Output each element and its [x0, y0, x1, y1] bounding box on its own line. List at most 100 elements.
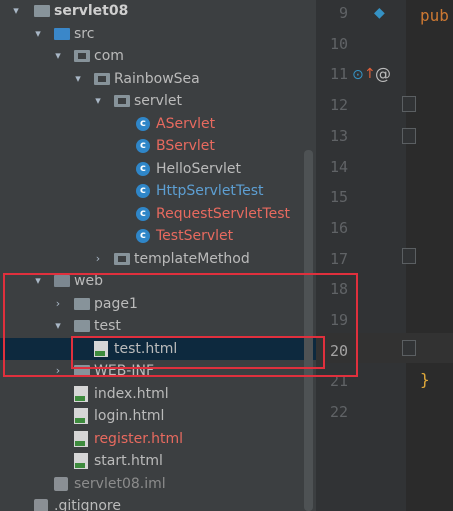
tree-item[interactable]: ▾ servlet08	[0, 0, 316, 22]
tree-item[interactable]: index.html	[0, 383, 316, 405]
line-number: 21	[329, 372, 348, 391]
line-number: 15	[329, 188, 348, 207]
chevron-down-icon[interactable]: ▾	[92, 90, 104, 112]
folder	[74, 320, 90, 332]
tree-item-label: .gitignore	[54, 498, 121, 511]
tree-item-label: com	[94, 48, 124, 64]
iml-file	[54, 477, 68, 491]
tree-item[interactable]: test.html	[0, 338, 316, 360]
line-number: 20	[329, 341, 348, 360]
chevron-right-icon[interactable]: ›	[92, 248, 104, 270]
chevron-down-icon[interactable]: ▾	[32, 23, 44, 45]
chevron-down-icon[interactable]: ▾	[10, 0, 22, 22]
module-folder	[34, 5, 50, 17]
tree-item[interactable]: › templateMethod	[0, 248, 316, 270]
tree-item-label: RequestServletTest	[156, 206, 290, 222]
tree-item[interactable]: ▾ web	[0, 270, 316, 292]
html-file	[74, 386, 88, 402]
class-icon: c	[136, 207, 150, 221]
chevron-down-icon[interactable]: ▾	[52, 45, 64, 67]
tree-item[interactable]: c BServlet	[0, 135, 316, 157]
chevron-right-icon[interactable]: ›	[52, 360, 64, 382]
override-gutter-icon[interactable]: ⊙	[352, 67, 364, 83]
tree-item-label: templateMethod	[134, 251, 250, 267]
line-number: 12	[329, 96, 348, 115]
package-folder	[74, 50, 90, 62]
fold-marker[interactable]	[402, 340, 416, 356]
class-icon: c	[136, 229, 150, 243]
package-folder	[114, 253, 130, 265]
line-number: 16	[329, 218, 348, 237]
html-file	[74, 453, 88, 469]
up-arrow-icon[interactable]: ↑	[364, 66, 376, 82]
implement-gutter-icon[interactable]: ◆	[374, 5, 385, 21]
tree-item-label: servlet08	[54, 3, 129, 19]
tree-item-label: register.html	[94, 431, 184, 447]
tree-item-label: AServlet	[156, 116, 216, 132]
line-number: 19	[329, 311, 348, 329]
code-keyword: pub	[420, 6, 449, 25]
tree-item-label: index.html	[94, 386, 169, 402]
tree-item[interactable]: register.html	[0, 428, 316, 450]
tree-item[interactable]: login.html	[0, 405, 316, 427]
package-folder	[94, 73, 110, 85]
tree-item[interactable]: start.html	[0, 450, 316, 472]
tree-item[interactable]: ▾ servlet	[0, 90, 316, 112]
line-number: 10	[329, 34, 348, 53]
package-folder	[114, 95, 130, 107]
chevron-down-icon[interactable]: ▾	[32, 270, 44, 292]
tree-item-label: servlet	[134, 93, 182, 109]
fold-marker[interactable]	[402, 248, 416, 264]
html-file	[94, 341, 108, 357]
class-icon: c	[136, 184, 150, 198]
tree-item[interactable]: c HelloServlet	[0, 158, 316, 180]
tree-item-label: HelloServlet	[156, 161, 242, 177]
tree-item-label: BServlet	[156, 138, 215, 154]
chevron-right-icon[interactable]: ›	[52, 293, 64, 315]
web-folder	[54, 275, 70, 287]
line-number: 22	[329, 403, 348, 422]
tree-item[interactable]: c RequestServletTest	[0, 203, 316, 225]
line-number: 14	[329, 157, 348, 176]
project-tree: ▾ servlet08 ▾ src ▾ com ▾ RainbowSea ▾ servlet c AS…	[0, 0, 316, 511]
chevron-down-icon[interactable]: ▾	[72, 68, 84, 90]
line-number: 18	[329, 280, 348, 299]
line-number: 11	[329, 65, 348, 84]
tree-item[interactable]: c HttpServletTest	[0, 180, 316, 202]
tree-item[interactable]: .gitignore	[0, 495, 316, 511]
line-number: 13	[329, 126, 348, 145]
tree-item[interactable]: c TestServlet	[0, 225, 316, 247]
tree-item[interactable]: › page1	[0, 293, 316, 315]
folder	[74, 365, 90, 377]
tree-item[interactable]: ▾ com	[0, 45, 316, 67]
class-icon: c	[136, 117, 150, 131]
tree-item-label: start.html	[94, 453, 163, 469]
html-file	[74, 431, 88, 447]
tree-item-label: servlet08.iml	[74, 476, 166, 492]
annotation-icon: @	[375, 64, 391, 83]
class-icon: c	[136, 139, 150, 153]
folder	[74, 298, 90, 310]
code-closing-brace: }	[420, 370, 430, 389]
tree-item[interactable]: ▾ src	[0, 23, 316, 45]
line-number: 17	[329, 249, 348, 268]
tree-item-label: HttpServletTest	[156, 183, 264, 199]
tree-item-label: RainbowSea	[114, 71, 200, 87]
tree-item[interactable]: servlet08.iml	[0, 473, 316, 495]
tree-item[interactable]: c AServlet	[0, 113, 316, 135]
tree-item-label: page1	[94, 296, 138, 312]
line-number: 9	[338, 4, 348, 22]
tree-item[interactable]: ▾ RainbowSea	[0, 68, 316, 90]
tree-item[interactable]: › WEB-INF	[0, 360, 316, 382]
tree-item-label: WEB-INF	[94, 363, 154, 379]
class-icon: c	[136, 162, 150, 176]
source-folder	[54, 28, 70, 40]
tree-item-label: web	[74, 273, 103, 289]
file	[34, 499, 48, 511]
tree-item-label: test.html	[114, 341, 178, 357]
chevron-down-icon[interactable]: ▾	[52, 315, 64, 337]
fold-marker[interactable]	[402, 128, 416, 144]
fold-marker[interactable]	[402, 96, 416, 112]
tree-item[interactable]: ▾ test	[0, 315, 316, 337]
tree-scrollbar[interactable]	[304, 150, 313, 511]
